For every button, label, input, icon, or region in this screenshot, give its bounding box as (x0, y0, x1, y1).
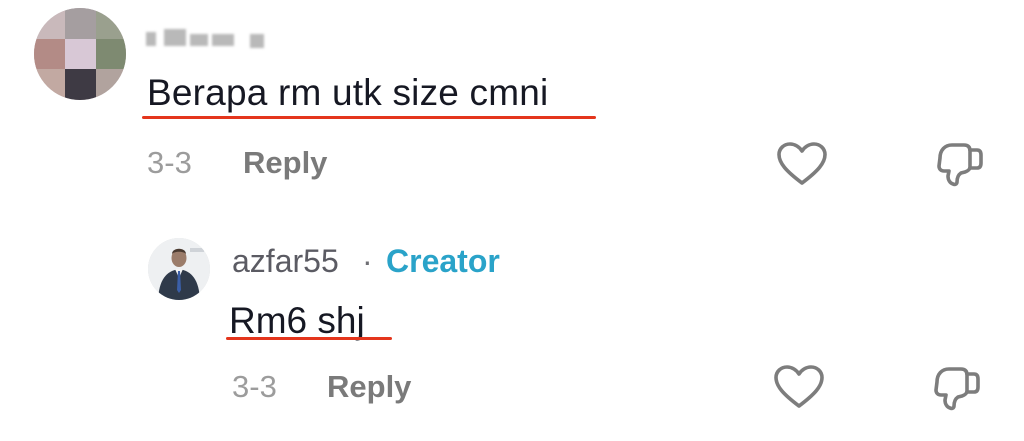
creator-badge: Creator (386, 243, 500, 279)
comment-reply-button[interactable]: Reply (243, 145, 327, 181)
reply-reply-button[interactable]: Reply (327, 369, 411, 405)
heart-icon (777, 142, 827, 185)
reply-date: 3-3 (232, 369, 277, 404)
avatar-mosaic-tile (65, 39, 96, 69)
comment-dislike-button[interactable] (934, 138, 986, 190)
username-separator: · (362, 243, 373, 279)
avatar-mosaic-tile (96, 69, 126, 100)
avatar-mosaic-tile (96, 8, 126, 39)
commenter-avatar[interactable] (34, 8, 126, 100)
avatar-mosaic-tile (34, 39, 65, 69)
comment-text-underline (142, 116, 596, 119)
heart-icon (774, 365, 824, 408)
avatar-mosaic-tile (65, 69, 96, 100)
comment-text: Berapa rm utk size cmni (147, 72, 549, 113)
thumbs-down-icon (934, 367, 980, 411)
blur-block (190, 34, 208, 46)
thumbs-down-icon (937, 143, 983, 187)
reply-text-underline (226, 337, 392, 340)
avatar-mosaic-tile (65, 8, 96, 39)
blur-block (146, 32, 156, 46)
commenter-username-blurred[interactable] (146, 26, 276, 50)
reply-text: Rm6 shj (229, 300, 365, 341)
avatar-mosaic-tile (34, 69, 65, 100)
reply-like-button[interactable] (773, 364, 825, 410)
comment-like-button[interactable] (776, 141, 828, 187)
blur-block (212, 34, 234, 46)
comment-date: 3-3 (147, 145, 192, 180)
reply-dislike-button[interactable] (931, 362, 983, 414)
creator-avatar[interactable] (148, 238, 210, 300)
creator-username[interactable]: azfar55 (232, 243, 339, 280)
user-avatar (148, 238, 210, 300)
blur-block (164, 29, 186, 46)
blur-block (250, 34, 264, 48)
avatar-mosaic-tile (34, 8, 65, 39)
avatar-mosaic-tile (96, 39, 126, 69)
